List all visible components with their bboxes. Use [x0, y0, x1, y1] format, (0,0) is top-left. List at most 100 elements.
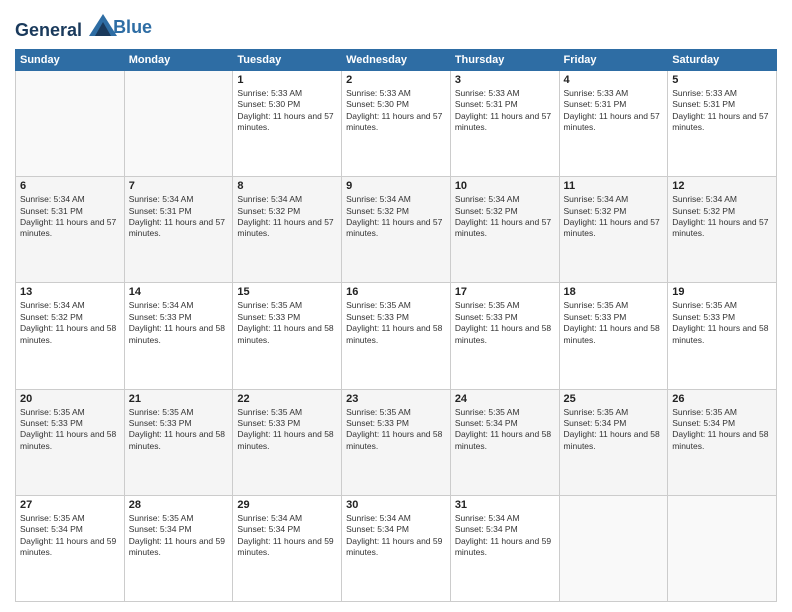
calendar-cell: 27 Sunrise: 5:35 AMSunset: 5:34 PMDayligh… [16, 495, 125, 601]
day-number: 29 [237, 499, 337, 511]
calendar-week-row: 27 Sunrise: 5:35 AMSunset: 5:34 PMDayligh… [16, 495, 777, 601]
day-number: 6 [20, 180, 120, 192]
day-info: Sunrise: 5:35 AMSunset: 5:33 PMDaylight:… [129, 407, 229, 453]
day-info: Sunrise: 5:35 AMSunset: 5:33 PMDaylight:… [237, 407, 337, 453]
day-info: Sunrise: 5:34 AMSunset: 5:31 PMDaylight:… [20, 194, 120, 240]
day-number: 5 [672, 74, 772, 86]
calendar-cell [668, 495, 777, 601]
day-number: 11 [564, 180, 664, 192]
day-number: 8 [237, 180, 337, 192]
calendar-cell: 24Sunrise: 5:35 AMSunset: 5:34 PMDayligh… [450, 389, 559, 495]
calendar-cell: 17Sunrise: 5:35 AMSunset: 5:33 PMDayligh… [450, 283, 559, 389]
calendar-cell: 12 Sunrise: 5:34 AMSunset: 5:32 PMDayligh… [668, 177, 777, 283]
day-number: 10 [455, 180, 555, 192]
day-info: Sunrise: 5:34 AMSunset: 5:32 PMDaylight:… [237, 194, 337, 240]
day-info: Sunrise: 5:35 AMSunset: 5:34 PMDaylight:… [455, 407, 555, 453]
day-number: 18 [564, 286, 664, 298]
weekday-header: Wednesday [342, 49, 451, 70]
day-number: 1 [237, 74, 337, 86]
calendar-cell: 11Sunrise: 5:34 AMSunset: 5:32 PMDayligh… [559, 177, 668, 283]
calendar-cell: 21 Sunrise: 5:35 AMSunset: 5:33 PMDayligh… [124, 389, 233, 495]
calendar-cell: 25 Sunrise: 5:35 AMSunset: 5:34 PMDayligh… [559, 389, 668, 495]
day-number: 30 [346, 499, 446, 511]
day-number: 27 [20, 499, 120, 511]
calendar-week-row: 20 Sunrise: 5:35 AMSunset: 5:33 PMDayligh… [16, 389, 777, 495]
calendar-cell: 16 Sunrise: 5:35 AMSunset: 5:33 PMDayligh… [342, 283, 451, 389]
logo-blue: Blue [113, 17, 152, 38]
calendar-cell: 5 Sunrise: 5:33 AMSunset: 5:31 PMDaylight… [668, 70, 777, 176]
day-info: Sunrise: 5:35 AMSunset: 5:33 PMDaylight:… [346, 407, 446, 453]
calendar-week-row: 1 Sunrise: 5:33 AMSunset: 5:30 PMDaylight… [16, 70, 777, 176]
calendar-cell [559, 495, 668, 601]
weekday-header: Monday [124, 49, 233, 70]
calendar-cell: 1Sunrise: 5:33 AMSunset: 5:30 PMDaylight… [233, 70, 342, 176]
calendar-cell: 14 Sunrise: 5:34 AMSunset: 5:33 PMDayligh… [124, 283, 233, 389]
day-info: Sunrise: 5:33 AMSunset: 5:31 PMDaylight:… [564, 88, 664, 134]
page: General Blue SundayMondayTuesdayWednesda… [0, 0, 792, 612]
day-info: Sunrise: 5:34 AMSunset: 5:34 PMDaylight:… [237, 513, 337, 559]
day-number: 22 [237, 393, 337, 405]
day-number: 25 [564, 393, 664, 405]
calendar-cell: 13Sunrise: 5:34 AMSunset: 5:32 PMDayligh… [16, 283, 125, 389]
day-number: 19 [672, 286, 772, 298]
calendar-cell: 28 Sunrise: 5:35 AMSunset: 5:34 PMDayligh… [124, 495, 233, 601]
day-info: Sunrise: 5:34 AMSunset: 5:32 PMDaylight:… [455, 194, 555, 240]
day-info: Sunrise: 5:34 AMSunset: 5:31 PMDaylight:… [129, 194, 229, 240]
calendar-cell [16, 70, 125, 176]
day-number: 23 [346, 393, 446, 405]
calendar-cell: 6 Sunrise: 5:34 AMSunset: 5:31 PMDaylight… [16, 177, 125, 283]
calendar-cell: 19 Sunrise: 5:35 AMSunset: 5:33 PMDayligh… [668, 283, 777, 389]
calendar-cell: 7 Sunrise: 5:34 AMSunset: 5:31 PMDaylight… [124, 177, 233, 283]
calendar-cell: 22 Sunrise: 5:35 AMSunset: 5:33 PMDayligh… [233, 389, 342, 495]
calendar-cell: 8 Sunrise: 5:34 AMSunset: 5:32 PMDaylight… [233, 177, 342, 283]
calendar-cell: 26Sunrise: 5:35 AMSunset: 5:34 PMDayligh… [668, 389, 777, 495]
day-info: Sunrise: 5:34 AMSunset: 5:32 PMDaylight:… [20, 300, 120, 346]
day-number: 31 [455, 499, 555, 511]
day-info: Sunrise: 5:35 AMSunset: 5:34 PMDaylight:… [20, 513, 120, 559]
calendar-cell: 30 Sunrise: 5:34 AMSunset: 5:34 PMDayligh… [342, 495, 451, 601]
day-info: Sunrise: 5:35 AMSunset: 5:33 PMDaylight:… [455, 300, 555, 346]
day-info: Sunrise: 5:35 AMSunset: 5:33 PMDaylight:… [237, 300, 337, 346]
day-info: Sunrise: 5:34 AMSunset: 5:32 PMDaylight:… [346, 194, 446, 240]
calendar-cell: 15Sunrise: 5:35 AMSunset: 5:33 PMDayligh… [233, 283, 342, 389]
calendar-header-row: SundayMondayTuesdayWednesdayThursdayFrid… [16, 49, 777, 70]
logo-text: General [15, 14, 117, 41]
day-number: 4 [564, 74, 664, 86]
day-info: Sunrise: 5:33 AMSunset: 5:30 PMDaylight:… [346, 88, 446, 134]
weekday-header: Saturday [668, 49, 777, 70]
calendar-cell: 23 Sunrise: 5:35 AMSunset: 5:33 PMDayligh… [342, 389, 451, 495]
day-number: 7 [129, 180, 229, 192]
day-info: Sunrise: 5:34 AMSunset: 5:34 PMDaylight:… [346, 513, 446, 559]
day-number: 16 [346, 286, 446, 298]
weekday-header: Friday [559, 49, 668, 70]
day-info: Sunrise: 5:33 AMSunset: 5:31 PMDaylight:… [672, 88, 772, 134]
calendar-week-row: 13Sunrise: 5:34 AMSunset: 5:32 PMDayligh… [16, 283, 777, 389]
day-number: 28 [129, 499, 229, 511]
calendar-cell: 9 Sunrise: 5:34 AMSunset: 5:32 PMDaylight… [342, 177, 451, 283]
logo: General Blue [15, 14, 152, 41]
day-number: 9 [346, 180, 446, 192]
calendar-cell: 18 Sunrise: 5:35 AMSunset: 5:33 PMDayligh… [559, 283, 668, 389]
calendar-table: SundayMondayTuesdayWednesdayThursdayFrid… [15, 49, 777, 602]
day-info: Sunrise: 5:33 AMSunset: 5:31 PMDaylight:… [455, 88, 555, 134]
day-info: Sunrise: 5:35 AMSunset: 5:33 PMDaylight:… [564, 300, 664, 346]
calendar-cell [124, 70, 233, 176]
day-number: 12 [672, 180, 772, 192]
weekday-header: Sunday [16, 49, 125, 70]
day-number: 21 [129, 393, 229, 405]
day-number: 14 [129, 286, 229, 298]
day-info: Sunrise: 5:35 AMSunset: 5:34 PMDaylight:… [129, 513, 229, 559]
day-number: 3 [455, 74, 555, 86]
calendar-cell: 2Sunrise: 5:33 AMSunset: 5:30 PMDaylight… [342, 70, 451, 176]
day-info: Sunrise: 5:35 AMSunset: 5:34 PMDaylight:… [672, 407, 772, 453]
calendar-cell: 4 Sunrise: 5:33 AMSunset: 5:31 PMDaylight… [559, 70, 668, 176]
day-info: Sunrise: 5:35 AMSunset: 5:33 PMDaylight:… [672, 300, 772, 346]
calendar-cell: 29 Sunrise: 5:34 AMSunset: 5:34 PMDayligh… [233, 495, 342, 601]
day-info: Sunrise: 5:34 AMSunset: 5:33 PMDaylight:… [129, 300, 229, 346]
day-info: Sunrise: 5:35 AMSunset: 5:33 PMDaylight:… [346, 300, 446, 346]
calendar-cell: 3 Sunrise: 5:33 AMSunset: 5:31 PMDaylight… [450, 70, 559, 176]
day-number: 20 [20, 393, 120, 405]
day-info: Sunrise: 5:34 AMSunset: 5:32 PMDaylight:… [672, 194, 772, 240]
weekday-header: Tuesday [233, 49, 342, 70]
day-info: Sunrise: 5:35 AMSunset: 5:34 PMDaylight:… [564, 407, 664, 453]
